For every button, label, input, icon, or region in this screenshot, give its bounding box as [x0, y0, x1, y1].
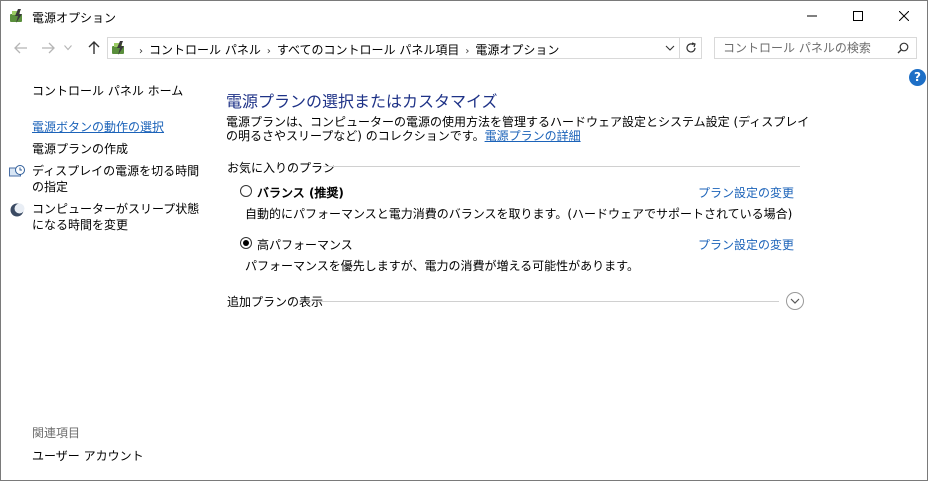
favorite-plans-label: お気に入りのプラン — [227, 161, 336, 175]
display-clock-icon — [9, 164, 25, 180]
sleep-time-label: コンピューターがスリープ状態になる時間を変更 — [32, 202, 200, 232]
plan-description: 自動的にパフォーマンスと電力消費のバランスを取ります。(ハードウェアでサポートさ… — [245, 207, 793, 221]
change-plan-settings-link[interactable]: プラン設定の変更 — [698, 236, 794, 253]
forward-button[interactable] — [38, 38, 58, 58]
up-button[interactable] — [84, 38, 104, 58]
address-history-button[interactable] — [663, 41, 677, 55]
control-panel-icon — [111, 40, 127, 56]
search-input[interactable] — [715, 38, 893, 58]
recent-locations-button[interactable] — [61, 38, 75, 58]
maximize-button[interactable] — [835, 1, 881, 31]
chevron-right-icon: › — [139, 46, 143, 57]
choose-power-button-link[interactable]: 電源ボタンの動作の選択 — [32, 118, 164, 135]
chevron-down-icon — [665, 45, 675, 51]
plan-description: パフォーマンスを優先しますが、電力の消費が増える可能性があります。 — [245, 259, 639, 273]
change-plan-settings-link[interactable]: プラン設定の変更 — [698, 184, 794, 201]
back-arrow-icon — [14, 42, 27, 54]
power-plan-details-link[interactable]: 電源プランの詳細 — [485, 129, 581, 143]
user-accounts-link[interactable]: ユーザー アカウント — [32, 447, 144, 464]
page-description: 電源プランは、コンピューターの電源の使用方法を管理するハードウェア設定とシステム… — [226, 115, 816, 143]
help-icon[interactable]: ? — [909, 69, 926, 86]
create-power-plan-link[interactable]: 電源プランの作成 — [32, 140, 128, 157]
chevron-right-icon[interactable]: › — [465, 46, 469, 57]
left-pane: コントロール パネル ホーム 電源ボタンの動作の選択 電源プランの作成 ディスプ… — [1, 63, 206, 480]
back-button[interactable] — [11, 38, 31, 58]
chevron-down-icon — [64, 45, 72, 51]
chevron-right-icon[interactable]: › — [267, 46, 271, 57]
power-options-icon — [9, 8, 25, 24]
show-additional-plans-label[interactable]: 追加プランの表示 — [227, 293, 323, 310]
related-items-heading: 関連項目 — [32, 426, 81, 440]
display-off-time-label: ディスプレイの電源を切る時間の指定 — [32, 164, 200, 194]
expand-plans-button[interactable] — [786, 292, 804, 310]
high-performance-radio[interactable] — [240, 237, 252, 249]
minimize-button[interactable] — [789, 1, 835, 31]
breadcrumb: › コントロール パネル › すべてのコントロール パネル項目 › 電源オプション — [133, 41, 559, 58]
search-box[interactable] — [714, 37, 917, 59]
breadcrumb-item-all-items[interactable]: すべてのコントロール パネル項目 — [277, 43, 460, 57]
page-title: 電源プランの選択またはカスタマイズ — [226, 92, 498, 111]
refresh-button[interactable] — [679, 38, 701, 58]
address-bar[interactable]: › コントロール パネル › すべてのコントロール パネル項目 › 電源オプション — [107, 37, 702, 59]
chevron-down-icon — [790, 298, 800, 304]
breadcrumb-item-power-options[interactable]: 電源オプション — [475, 43, 559, 57]
control-panel-home-link[interactable]: コントロール パネル ホーム — [32, 82, 183, 99]
title-bar: 電源オプション — [1, 1, 927, 32]
forward-arrow-icon — [42, 42, 55, 54]
search-icon[interactable] — [897, 42, 909, 54]
breadcrumb-item-control-panel[interactable]: コントロール パネル — [149, 43, 261, 57]
plan-name[interactable]: 高パフォーマンス — [257, 236, 353, 253]
close-button[interactable] — [881, 1, 927, 31]
up-arrow-icon — [88, 41, 100, 54]
balanced-radio[interactable] — [240, 185, 252, 197]
moon-icon — [9, 202, 25, 218]
refresh-icon — [685, 42, 696, 53]
divider — [323, 166, 800, 167]
plan-name[interactable]: バランス (推奨) — [257, 184, 344, 201]
window-title: 電源オプション — [32, 11, 117, 25]
power-options-window: 電源オプション › コントロール パネル › すべてのコントロール パネル項目 … — [0, 0, 928, 481]
divider — [317, 301, 779, 302]
navigation-bar: › コントロール パネル › すべてのコントロール パネル項目 › 電源オプション — [1, 33, 927, 63]
